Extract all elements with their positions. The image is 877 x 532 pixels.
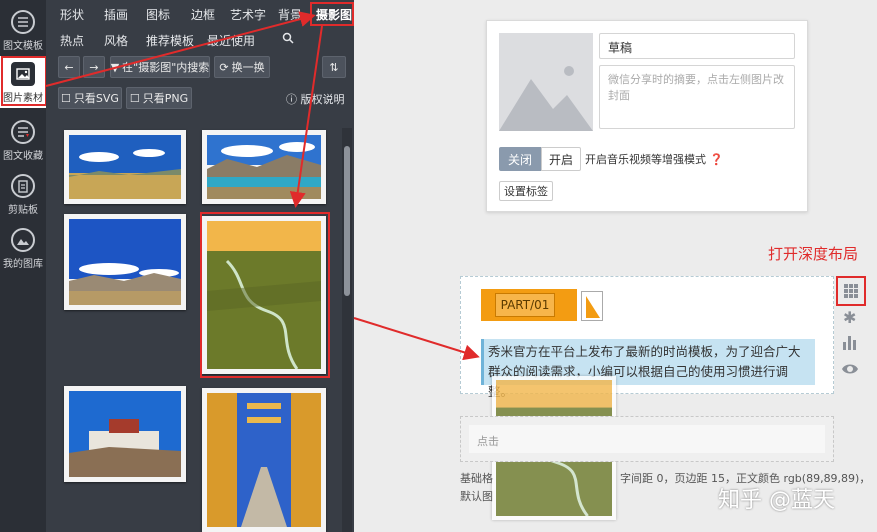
- photo-thumbnail-selected[interactable]: [202, 216, 326, 374]
- forward-button[interactable]: →: [83, 56, 105, 78]
- watermark: 知乎 @蓝天: [718, 488, 835, 513]
- bookmark-list-icon: [11, 120, 35, 144]
- svg-filter-label: 只看SVG: [73, 92, 119, 105]
- svg-filter-checkbox[interactable]: ☐ 只看SVG: [58, 87, 122, 109]
- mountain-icon: [11, 228, 35, 252]
- copyright-link[interactable]: ⓘ 版权说明: [286, 91, 345, 107]
- sidebar-item-label: 图文模板: [3, 41, 43, 52]
- menu-item-shapes[interactable]: 形状: [60, 6, 84, 23]
- part-label: PART/01: [500, 298, 550, 312]
- music-mode-label-wrap: 开启音乐视频等增强模式 ❓: [585, 151, 723, 167]
- sidebar-item-images[interactable]: 图片素材: [0, 56, 46, 108]
- sidebar-item-favorites[interactable]: 图文收藏: [0, 114, 46, 166]
- empty-block[interactable]: 点击: [460, 416, 834, 462]
- arrow-right-icon: →: [89, 60, 99, 74]
- png-filter-checkbox[interactable]: ☐ 只看PNG: [126, 87, 192, 109]
- checkbox-icon: ☐: [61, 91, 71, 105]
- left-rail: 图文模板 图片素材 图文收藏 剪贴板 我的图库: [0, 0, 46, 532]
- thumbnail-image: [207, 135, 321, 199]
- set-tags-button[interactable]: 设置标签: [499, 181, 553, 201]
- arrow-left-icon: ←: [64, 60, 74, 74]
- photo-thumbnail[interactable]: [64, 130, 186, 204]
- default-image-text: 默认图: [460, 490, 493, 503]
- sort-icon: ⇅: [329, 60, 339, 74]
- summary-placeholder: 微信分享时的摘要，点击左侧图片改封面: [608, 73, 784, 102]
- info-icon: ⓘ: [286, 93, 297, 106]
- menu-item-illustrations[interactable]: 插画: [104, 6, 128, 23]
- list-icon: [11, 10, 35, 34]
- filter-icon: ▼: [110, 60, 120, 74]
- title-input[interactable]: 草稿: [599, 33, 795, 59]
- toggle-on-label: 开启: [548, 152, 573, 167]
- photo-thumbnail[interactable]: [64, 386, 186, 482]
- photo-thumbnail[interactable]: [202, 130, 326, 204]
- sidebar-item-label: 我的图库: [3, 259, 43, 270]
- material-panel: 形状 插画 图标 边框 艺术字 背景 摄影图 热点 风格 推荐模板 最近使用 ←…: [46, 0, 354, 532]
- thumbnail-image: [69, 219, 181, 305]
- image-placeholder-icon: [499, 66, 593, 131]
- image-icon: [11, 62, 35, 86]
- scrollbar-thumb[interactable]: [344, 146, 350, 296]
- menu-row-2: 热点 风格 推荐模板 最近使用: [46, 28, 354, 54]
- part-banner[interactable]: PART/01: [481, 289, 577, 321]
- empty-block-input[interactable]: 点击: [469, 425, 825, 453]
- article-settings-card: 草稿 微信分享时的摘要，点击左侧图片改封面 关闭 开启 开启音乐视频等增强模式 …: [486, 20, 808, 212]
- toggle-off-label: 关闭: [507, 152, 532, 167]
- part-label-box: PART/01: [495, 293, 555, 317]
- toggle-off-button[interactable]: 关闭: [499, 147, 541, 171]
- sidebar-item-label: 图片素材: [3, 93, 43, 104]
- menu-item-backgrounds[interactable]: 背景: [278, 6, 302, 23]
- cover-image-placeholder[interactable]: [499, 33, 593, 131]
- set-tags-label: 设置标签: [504, 185, 548, 198]
- menu-row-1: 形状 插画 图标 边框 艺术字 背景 摄影图: [46, 2, 354, 28]
- empty-block-placeholder: 点击: [477, 435, 499, 448]
- copyright-label: 版权说明: [300, 93, 345, 106]
- back-button[interactable]: ←: [58, 56, 80, 78]
- photo-thumbnail[interactable]: [202, 388, 326, 532]
- summary-textarea[interactable]: 微信分享时的摘要，点击左侧图片改封面: [599, 65, 795, 129]
- refresh-icon: ⟳: [219, 60, 229, 74]
- sidebar-item-label: 图文收藏: [3, 151, 43, 162]
- sort-button[interactable]: ⇅: [322, 56, 346, 78]
- photo-thumbnail[interactable]: [64, 214, 186, 310]
- gear-icon[interactable]: ✱: [843, 308, 856, 327]
- question-icon[interactable]: ❓: [710, 153, 724, 166]
- menu-item-hot[interactable]: 热点: [60, 32, 84, 49]
- menu-item-recent[interactable]: 最近使用: [207, 32, 255, 49]
- menu-item-icons[interactable]: 图标: [146, 6, 170, 23]
- sidebar-item-label: 剪贴板: [8, 205, 38, 216]
- toggle-on-button[interactable]: 开启: [541, 147, 581, 171]
- sidebar-item-gallery[interactable]: 我的图库: [0, 222, 46, 274]
- eye-icon[interactable]: [841, 362, 859, 379]
- search-in-category-label: 在"摄影图"内搜索: [122, 61, 210, 74]
- sidebar-item-clipboard[interactable]: 剪贴板: [0, 168, 46, 220]
- thumbnail-image: [207, 221, 321, 369]
- shuffle-button[interactable]: ⟳ 换一换: [214, 56, 270, 78]
- menu-item-recommended[interactable]: 推荐模板: [146, 32, 194, 49]
- format-info-prefix: 基础格: [460, 472, 493, 485]
- png-filter-label: 只看PNG: [142, 92, 189, 105]
- menu-item-art-text[interactable]: 艺术字: [230, 6, 266, 23]
- clipboard-icon: [11, 174, 35, 198]
- bar-chart-icon[interactable]: [842, 334, 858, 353]
- panel-scrollbar[interactable]: [342, 128, 352, 532]
- shuffle-label: 换一换: [231, 61, 265, 74]
- music-mode-label: 开启音乐视频等增强模式: [585, 153, 706, 166]
- search-icon[interactable]: [282, 32, 294, 47]
- menu-item-borders[interactable]: 边框: [191, 6, 215, 23]
- deep-layout-annotation: 打开深度布局: [768, 245, 859, 263]
- title-input-value: 草稿: [608, 41, 633, 55]
- menu-item-photography[interactable]: 摄影图: [316, 6, 352, 23]
- thumbnail-image: [207, 393, 321, 527]
- checkbox-icon: ☐: [129, 91, 140, 105]
- thumbnail-image: [69, 135, 181, 199]
- search-in-category-button[interactable]: ▼ 在"摄影图"内搜索: [110, 56, 210, 78]
- menu-item-style[interactable]: 风格: [104, 32, 128, 49]
- triangle-decoration: [581, 291, 603, 321]
- sidebar-item-templates[interactable]: 图文模板: [0, 4, 46, 56]
- grid-layout-icon[interactable]: [840, 280, 862, 302]
- thumbnail-image: [69, 391, 181, 477]
